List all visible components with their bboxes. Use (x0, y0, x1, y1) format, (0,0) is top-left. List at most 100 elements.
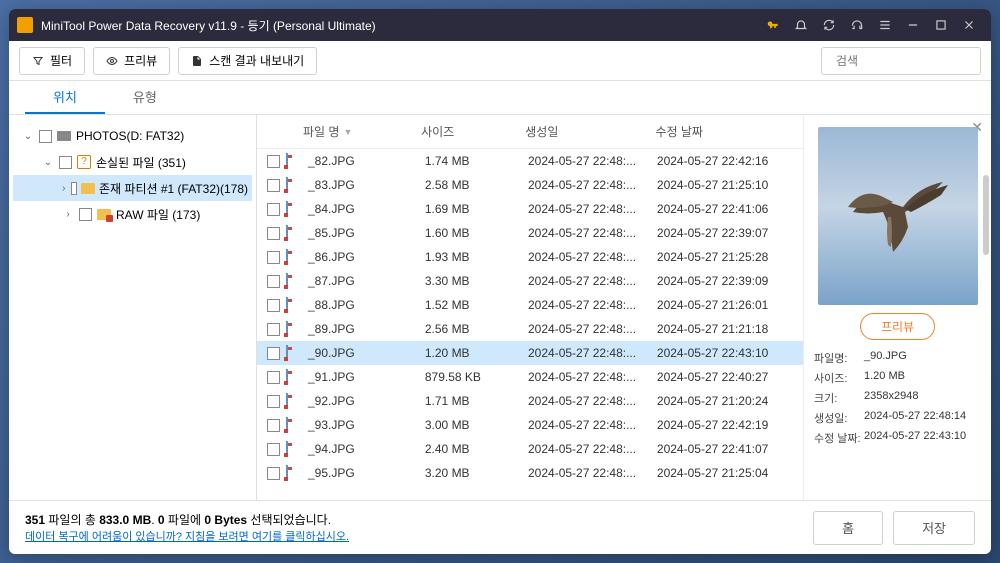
chevron-right-icon[interactable]: › (61, 183, 67, 194)
scrollbar[interactable] (983, 175, 989, 495)
chevron-down-icon[interactable]: ⌄ (41, 157, 55, 168)
meta-modified-label: 수정 날짜: (814, 430, 864, 446)
tab-type[interactable]: 유형 (105, 81, 185, 114)
file-row[interactable]: _95.JPG3.20 MB2024-05-27 22:48:...2024-0… (257, 461, 803, 485)
save-button[interactable]: 저장 (893, 511, 975, 545)
export-button[interactable]: 스캔 결과 내보내기 (178, 47, 317, 75)
tree-partition[interactable]: › 존재 파티션 #1 (FAT32)(178) (13, 175, 252, 201)
file-name: _83.JPG (308, 178, 425, 192)
checkbox[interactable] (59, 156, 72, 169)
file-modified: 2024-05-27 22:39:09 (657, 274, 803, 288)
key-icon[interactable] (759, 13, 787, 37)
chevron-right-icon[interactable]: › (61, 209, 75, 220)
tab-location[interactable]: 위치 (25, 81, 105, 114)
footer: 351 파일의 총 833.0 MB. 0 파일에 0 Bytes 선택되었습니… (9, 500, 991, 554)
tree-root[interactable]: ⌄ PHOTOS(D: FAT32) (13, 123, 252, 149)
minimize-button[interactable] (899, 13, 927, 37)
content: ⌄ PHOTOS(D: FAT32) ⌄ ? 손실된 파일 (351) › 존재… (9, 115, 991, 500)
eye-icon (106, 55, 118, 67)
file-name: _95.JPG (308, 466, 425, 480)
column-name[interactable]: 파일 명 ▼ (267, 123, 421, 140)
checkbox[interactable] (267, 155, 280, 168)
file-name: _85.JPG (308, 226, 425, 240)
file-modified: 2024-05-27 22:43:10 (657, 346, 803, 360)
file-row[interactable]: _92.JPG1.71 MB2024-05-27 22:48:...2024-0… (257, 389, 803, 413)
file-name: _94.JPG (308, 442, 425, 456)
checkbox[interactable] (79, 208, 92, 221)
app-icon (17, 17, 33, 33)
menu-icon[interactable] (871, 13, 899, 37)
checkbox[interactable] (267, 395, 280, 408)
filter-button[interactable]: 필터 (19, 47, 85, 75)
filter-icon (32, 55, 44, 67)
tree-lost-label: 손실된 파일 (351) (96, 154, 186, 171)
checkbox[interactable] (267, 371, 280, 384)
search-box[interactable] (821, 47, 981, 75)
meta-filename: _90.JPG (864, 350, 907, 366)
image-file-icon (286, 466, 302, 480)
checkbox[interactable] (267, 323, 280, 336)
file-modified: 2024-05-27 21:25:28 (657, 250, 803, 264)
image-file-icon (286, 370, 302, 384)
checkbox[interactable] (267, 275, 280, 288)
file-row[interactable]: _93.JPG3.00 MB2024-05-27 22:48:...2024-0… (257, 413, 803, 437)
refresh-icon[interactable] (815, 13, 843, 37)
file-row[interactable]: _89.JPG2.56 MB2024-05-27 22:48:...2024-0… (257, 317, 803, 341)
file-created: 2024-05-27 22:48:... (528, 466, 657, 480)
export-icon (191, 55, 203, 67)
file-row[interactable]: _88.JPG1.52 MB2024-05-27 22:48:...2024-0… (257, 293, 803, 317)
file-row[interactable]: _84.JPG1.69 MB2024-05-27 22:48:...2024-0… (257, 197, 803, 221)
file-row[interactable]: _85.JPG1.60 MB2024-05-27 22:48:...2024-0… (257, 221, 803, 245)
checkbox[interactable] (267, 203, 280, 216)
checkbox[interactable] (39, 130, 52, 143)
tree-raw[interactable]: › RAW 파일 (173) (13, 201, 252, 227)
preview-panel: ✕ 프리뷰 파일명:_90.JPG 사이즈:1.20 MB 크기:2358x29… (803, 115, 991, 500)
file-row[interactable]: _90.JPG1.20 MB2024-05-27 22:48:...2024-0… (257, 341, 803, 365)
folder-alert-icon (96, 207, 112, 221)
heron-image (833, 157, 963, 267)
checkbox[interactable] (267, 443, 280, 456)
file-row[interactable]: _87.JPG3.30 MB2024-05-27 22:48:...2024-0… (257, 269, 803, 293)
preview-toggle-label: 프리뷰 (124, 52, 157, 69)
checkbox[interactable] (267, 467, 280, 480)
tree-lost-files[interactable]: ⌄ ? 손실된 파일 (351) (13, 149, 252, 175)
file-modified: 2024-05-27 22:40:27 (657, 370, 803, 384)
preview-button[interactable]: 프리뷰 (860, 313, 935, 340)
image-file-icon (286, 346, 302, 360)
file-modified: 2024-05-27 21:21:18 (657, 322, 803, 336)
filter-label: 필터 (50, 52, 72, 69)
close-button[interactable] (955, 13, 983, 37)
headset-icon[interactable] (843, 13, 871, 37)
chevron-down-icon[interactable]: ⌄ (21, 131, 35, 142)
file-row[interactable]: _94.JPG2.40 MB2024-05-27 22:48:...2024-0… (257, 437, 803, 461)
file-size: 1.93 MB (425, 250, 528, 264)
checkbox[interactable] (267, 227, 280, 240)
checkbox[interactable] (267, 251, 280, 264)
column-created[interactable]: 생성일 (525, 123, 655, 140)
search-input[interactable] (836, 54, 991, 68)
home-button[interactable]: 홈 (813, 511, 883, 545)
column-size[interactable]: 사이즈 (421, 123, 525, 140)
file-size: 2.58 MB (425, 178, 528, 192)
file-row[interactable]: _83.JPG2.58 MB2024-05-27 22:48:...2024-0… (257, 173, 803, 197)
checkbox[interactable] (267, 299, 280, 312)
file-row[interactable]: _91.JPG879.58 KB2024-05-27 22:48:...2024… (257, 365, 803, 389)
checkbox[interactable] (71, 182, 77, 195)
file-row[interactable]: _82.JPG1.74 MB2024-05-27 22:48:...2024-0… (257, 149, 803, 173)
file-name: _84.JPG (308, 202, 425, 216)
preview-toggle-button[interactable]: 프리뷰 (93, 47, 170, 75)
checkbox[interactable] (267, 419, 280, 432)
checkbox[interactable] (267, 179, 280, 192)
titlebar: MiniTool Power Data Recovery v11.9 - 등기 … (9, 9, 991, 41)
file-list-body[interactable]: _82.JPG1.74 MB2024-05-27 22:48:...2024-0… (257, 149, 803, 500)
file-modified: 2024-05-27 22:39:07 (657, 226, 803, 240)
checkbox[interactable] (267, 347, 280, 360)
file-size: 1.71 MB (425, 394, 528, 408)
tree-raw-label: RAW 파일 (173) (116, 206, 200, 223)
file-name: _92.JPG (308, 394, 425, 408)
column-modified[interactable]: 수정 날짜 (655, 123, 803, 140)
maximize-button[interactable] (927, 13, 955, 37)
bell-icon[interactable] (787, 13, 815, 37)
help-link[interactable]: 데이터 복구에 어려움이 있습니까? 지침을 보려면 여기를 클릭하십시오. (25, 531, 349, 543)
file-row[interactable]: _86.JPG1.93 MB2024-05-27 22:48:...2024-0… (257, 245, 803, 269)
